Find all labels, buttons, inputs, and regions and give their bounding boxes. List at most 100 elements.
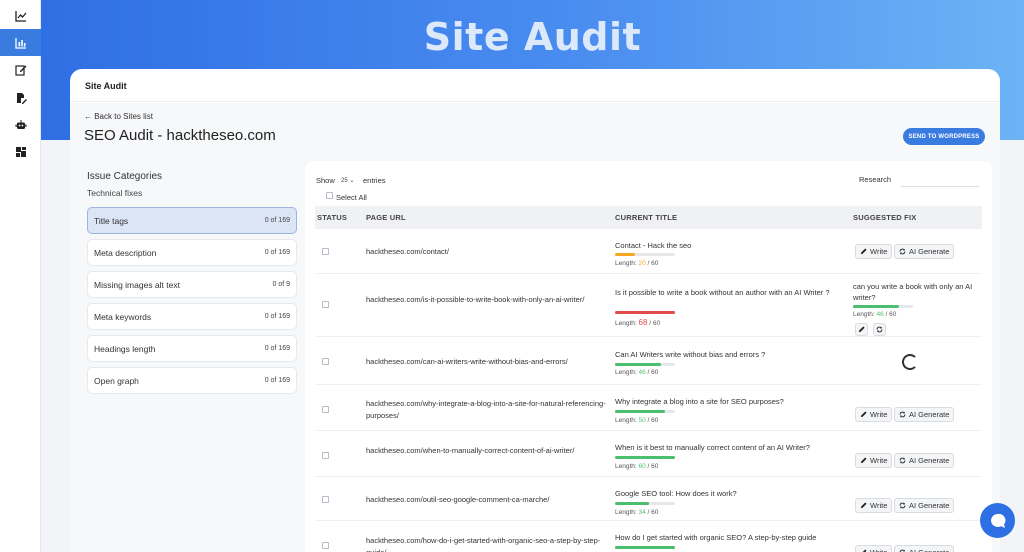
write-label: Write bbox=[870, 247, 888, 256]
length-max: / 60 bbox=[885, 311, 897, 318]
page-url[interactable]: hacktheseo.com/outil-seo-google-comment-… bbox=[366, 494, 606, 506]
card-header-title: Site Audit bbox=[70, 69, 1000, 102]
suggestion-length-fill bbox=[853, 305, 900, 308]
page-url[interactable]: hacktheseo.com/contact/ bbox=[366, 246, 606, 258]
title-length: Length: 60 / 60 bbox=[615, 463, 658, 470]
length-value: 46 bbox=[876, 311, 884, 318]
research-label: Research bbox=[859, 175, 892, 184]
suggested-title: can you write a book with only an AI wri… bbox=[853, 282, 973, 302]
page-url[interactable]: hacktheseo.com/can-ai-writers-write-with… bbox=[366, 356, 606, 368]
category-count: 0 of 169 bbox=[264, 249, 290, 256]
current-title: Why integrate a blog into a site for SEO… bbox=[615, 397, 784, 406]
pencil-icon bbox=[860, 457, 867, 464]
length-label: Length: bbox=[615, 417, 637, 424]
pencil-icon bbox=[860, 502, 867, 509]
ai-generate-button[interactable]: AI Generate bbox=[894, 453, 955, 468]
dashboard-icon bbox=[15, 146, 26, 157]
category-title-tags[interactable]: Title tags 0 of 169 bbox=[87, 207, 297, 234]
category-label: Missing images alt text bbox=[94, 280, 180, 290]
table-row: hacktheseo.com/outil-seo-google-comment-… bbox=[315, 476, 982, 520]
sidebar-item-ai-writer[interactable] bbox=[0, 111, 41, 138]
refresh-icon bbox=[876, 326, 883, 333]
table-row: hacktheseo.com/why-integrate-a-blog-into… bbox=[315, 384, 982, 430]
title-length: Length: 20 / 60 bbox=[615, 260, 658, 267]
edit-suggestion-button[interactable] bbox=[855, 323, 868, 336]
write-label: Write bbox=[870, 410, 888, 419]
length-label: Length: bbox=[615, 463, 637, 470]
entries-per-page-select[interactable]: 25 ⌄ bbox=[341, 177, 354, 184]
sidebar-item-dashboard[interactable] bbox=[0, 138, 41, 165]
table-row: hacktheseo.com/can-ai-writers-write-with… bbox=[315, 336, 982, 384]
sidebar bbox=[0, 0, 41, 552]
sidebar-item-documents[interactable] bbox=[0, 84, 41, 111]
write-button[interactable]: Write bbox=[855, 498, 893, 513]
banner-title: Site Audit bbox=[423, 15, 642, 59]
ai-generate-button[interactable]: AI Generate bbox=[894, 407, 955, 422]
ai-generate-button[interactable]: AI Generate bbox=[894, 545, 955, 552]
table-row: hacktheseo.com/how-do-i-get-started-with… bbox=[315, 520, 982, 552]
write-button[interactable]: Write bbox=[855, 407, 893, 422]
length-value: 20 bbox=[638, 260, 646, 267]
write-button[interactable]: Write bbox=[855, 453, 893, 468]
show-label: Show bbox=[316, 176, 335, 185]
chat-widget-button[interactable] bbox=[980, 503, 1015, 538]
row-checkbox[interactable] bbox=[322, 248, 329, 255]
category-open-graph[interactable]: Open graph 0 of 169 bbox=[87, 367, 297, 394]
refresh-icon bbox=[899, 502, 906, 509]
length-value: 46 bbox=[638, 369, 646, 376]
write-button[interactable]: Write bbox=[855, 244, 893, 259]
back-to-sites-link[interactable]: ← Back to Sites list bbox=[84, 112, 153, 121]
title-length: Length: 34 / 60 bbox=[615, 509, 658, 516]
row-checkbox[interactable] bbox=[322, 358, 329, 365]
send-to-wordpress-button[interactable]: SEND TO WORDPRESS bbox=[903, 128, 985, 145]
column-header-suggested-fix[interactable]: SUGGESTED FIX bbox=[853, 213, 916, 222]
loading-spinner-icon bbox=[902, 354, 918, 370]
column-header-current-title[interactable]: CURRENT TITLE bbox=[615, 213, 677, 222]
regenerate-suggestion-button[interactable] bbox=[873, 323, 886, 336]
row-checkbox[interactable] bbox=[322, 452, 329, 459]
entries-per-page-value: 25 bbox=[341, 178, 348, 184]
research-input[interactable] bbox=[901, 171, 979, 187]
title-length-fill bbox=[615, 363, 662, 366]
category-headings-length[interactable]: Headings length 0 of 169 bbox=[87, 335, 297, 362]
title-length: Length: 68 / 60 bbox=[615, 318, 660, 327]
column-header-status[interactable]: STATUS bbox=[317, 213, 347, 222]
row-checkbox[interactable] bbox=[322, 301, 329, 308]
page-url[interactable]: hacktheseo.com/how-do-i-get-started-with… bbox=[366, 535, 606, 552]
category-missing-images-alt-text[interactable]: Missing images alt text 0 of 9 bbox=[87, 271, 297, 298]
length-value: 34 bbox=[638, 509, 646, 516]
issue-categories-heading: Issue Categories bbox=[87, 171, 163, 182]
write-button[interactable]: Write bbox=[855, 545, 893, 552]
title-length-bar bbox=[615, 546, 675, 549]
ai-generate-button[interactable]: AI Generate bbox=[894, 244, 955, 259]
length-label: Length: bbox=[853, 311, 875, 318]
length-value: 68 bbox=[638, 318, 648, 327]
row-checkbox[interactable] bbox=[322, 542, 329, 549]
column-header-page-url[interactable]: PAGE URL bbox=[366, 213, 406, 222]
robot-icon bbox=[15, 119, 26, 129]
ai-generate-button[interactable]: AI Generate bbox=[894, 498, 955, 513]
length-max: / 60 bbox=[647, 463, 659, 470]
ai-generate-label: AI Generate bbox=[909, 548, 949, 552]
select-all-checkbox[interactable] bbox=[326, 192, 333, 199]
page-url[interactable]: hacktheseo.com/why-integrate-a-blog-into… bbox=[366, 398, 606, 422]
row-checkbox[interactable] bbox=[322, 496, 329, 503]
chat-bubble-icon bbox=[990, 513, 1005, 528]
suggestion-length-bar bbox=[853, 305, 913, 308]
row-checkbox[interactable] bbox=[322, 406, 329, 413]
page-url[interactable]: hacktheseo.com/when-to-manually-correct-… bbox=[366, 445, 606, 457]
title-length-bar bbox=[615, 363, 675, 366]
category-meta-keywords[interactable]: Meta keywords 0 of 169 bbox=[87, 303, 297, 330]
pencil-icon bbox=[860, 248, 867, 255]
table-row: hacktheseo.com/when-to-manually-correct-… bbox=[315, 430, 982, 476]
page-url[interactable]: hacktheseo.com/is-it-possible-to-write-b… bbox=[366, 294, 606, 306]
current-title: Contact - Hack the seo bbox=[615, 241, 692, 250]
title-length-fill bbox=[615, 253, 635, 256]
sidebar-item-analytics[interactable] bbox=[0, 2, 41, 29]
select-all-label: Select All bbox=[336, 193, 367, 202]
refresh-icon bbox=[899, 248, 906, 255]
category-meta-description[interactable]: Meta description 0 of 169 bbox=[87, 239, 297, 266]
sidebar-item-site-audit[interactable] bbox=[0, 29, 41, 56]
technical-fixes-subheading: Technical fixes bbox=[87, 188, 143, 198]
sidebar-item-editor[interactable] bbox=[0, 56, 41, 83]
